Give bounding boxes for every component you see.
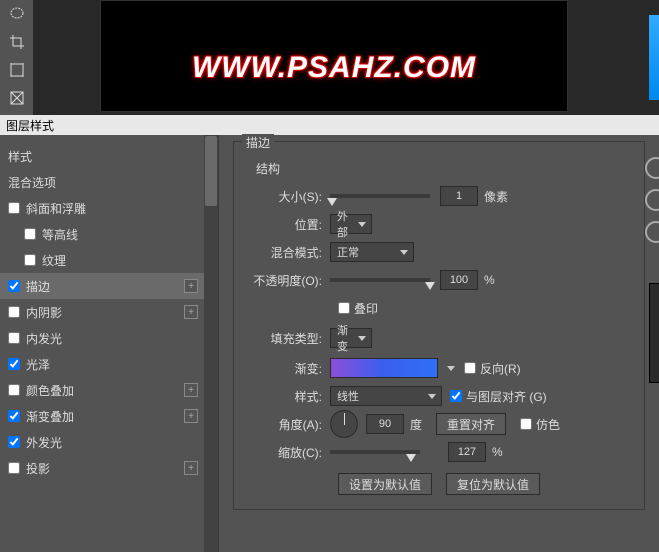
bevel-checkbox[interactable]	[8, 202, 20, 214]
effect-outer-glow[interactable]: 外发光	[0, 429, 218, 455]
filltype-select[interactable]: 渐变	[330, 328, 372, 348]
scale-unit: %	[492, 445, 503, 459]
stroke-settings-panel: 描边 结构 大小(S): 像素 位置: 外部 混合模式:	[219, 135, 659, 552]
inner-shadow-checkbox[interactable]	[8, 306, 20, 318]
reset-align-button[interactable]: 重置对齐	[436, 413, 506, 435]
left-toolbar	[0, 0, 33, 115]
opacity-unit: %	[484, 273, 495, 287]
stroke-checkbox[interactable]	[8, 280, 20, 292]
circle-button-3[interactable]	[645, 221, 659, 243]
fieldset-title: 描边	[242, 134, 274, 151]
scale-slider[interactable]	[330, 450, 420, 454]
stroke-fieldset: 描边 结构 大小(S): 像素 位置: 外部 混合模式:	[233, 141, 645, 510]
circle-button-2[interactable]	[645, 189, 659, 211]
effect-drop-shadow[interactable]: 投影+	[0, 455, 218, 481]
scale-input[interactable]	[448, 442, 486, 462]
add-icon[interactable]: +	[184, 461, 198, 475]
style-label: 样式:	[246, 388, 322, 405]
add-icon[interactable]: +	[184, 279, 198, 293]
blend-label: 混合模式:	[246, 244, 322, 261]
canvas[interactable]: WWW.PSAHZ.COM	[100, 0, 568, 112]
add-icon[interactable]: +	[184, 409, 198, 423]
set-default-button[interactable]: 设置为默认值	[338, 473, 432, 495]
crop-tool-icon[interactable]	[0, 28, 33, 56]
ruler-strip	[649, 15, 659, 100]
effect-inner-glow[interactable]: 内发光	[0, 325, 218, 351]
drop-shadow-checkbox[interactable]	[8, 462, 20, 474]
overprint-option[interactable]: 叠印	[338, 300, 378, 317]
inner-glow-checkbox[interactable]	[8, 332, 20, 344]
contour-checkbox[interactable]	[24, 228, 36, 240]
opacity-input[interactable]	[440, 270, 478, 290]
size-input[interactable]	[440, 186, 478, 206]
scale-label: 缩放(C):	[246, 444, 322, 461]
position-select[interactable]: 外部	[330, 214, 372, 234]
position-label: 位置:	[246, 216, 322, 233]
size-unit: 像素	[484, 188, 508, 205]
reverse-option[interactable]: 反向(R)	[464, 360, 521, 377]
structure-label: 结构	[256, 160, 632, 177]
gradient-label: 渐变:	[246, 360, 322, 377]
slice-tool-icon[interactable]	[0, 56, 33, 84]
angle-input[interactable]	[366, 414, 404, 434]
scrollbar[interactable]	[204, 135, 218, 552]
right-buttons	[645, 157, 659, 253]
add-icon[interactable]: +	[184, 383, 198, 397]
lasso-tool-icon[interactable]	[0, 0, 33, 28]
align-option[interactable]: 与图层对齐 (G)	[450, 388, 547, 405]
dialog-title: 图层样式	[0, 115, 659, 135]
preview-thumbnail	[649, 283, 659, 383]
effect-contour[interactable]: 等高线	[0, 221, 218, 247]
texture-checkbox[interactable]	[24, 254, 36, 266]
effect-texture[interactable]: 纹理	[0, 247, 218, 273]
effect-styles[interactable]: 样式	[0, 143, 218, 169]
effect-satin[interactable]: 光泽	[0, 351, 218, 377]
gradient-swatch[interactable]	[330, 358, 438, 378]
align-checkbox[interactable]	[450, 390, 462, 402]
overprint-checkbox[interactable]	[338, 302, 350, 314]
add-icon[interactable]: +	[184, 305, 198, 319]
color-overlay-checkbox[interactable]	[8, 384, 20, 396]
canvas-text: WWW.PSAHZ.COM	[192, 51, 476, 85]
outer-glow-checkbox[interactable]	[8, 436, 20, 448]
opacity-label: 不透明度(O):	[246, 272, 322, 289]
effect-inner-shadow[interactable]: 内阴影+	[0, 299, 218, 325]
effect-blend-options[interactable]: 混合选项	[0, 169, 218, 195]
dither-option[interactable]: 仿色	[520, 416, 560, 433]
size-slider[interactable]	[330, 194, 430, 198]
effects-list-panel: 样式 混合选项 斜面和浮雕 等高线 纹理 描边+ 内阴影+ 内发光 光泽 颜色叠…	[0, 135, 219, 552]
circle-button-1[interactable]	[645, 157, 659, 179]
effect-bevel[interactable]: 斜面和浮雕	[0, 195, 218, 221]
reset-default-button[interactable]: 复位为默认值	[446, 473, 540, 495]
effect-gradient-overlay[interactable]: 渐变叠加+	[0, 403, 218, 429]
angle-dial[interactable]	[330, 410, 358, 438]
reverse-checkbox[interactable]	[464, 362, 476, 374]
filltype-label: 填充类型:	[246, 330, 322, 347]
angle-label: 角度(A):	[246, 416, 322, 433]
satin-checkbox[interactable]	[8, 358, 20, 370]
scrollbar-thumb[interactable]	[205, 136, 217, 206]
effect-stroke[interactable]: 描边+	[0, 273, 218, 299]
blend-select[interactable]: 正常	[330, 242, 414, 262]
gradient-overlay-checkbox[interactable]	[8, 410, 20, 422]
size-label: 大小(S):	[246, 188, 322, 205]
style-select[interactable]: 线性	[330, 386, 442, 406]
canvas-area: WWW.PSAHZ.COM	[33, 0, 659, 115]
effect-color-overlay[interactable]: 颜色叠加+	[0, 377, 218, 403]
dither-checkbox[interactable]	[520, 418, 532, 430]
angle-unit: 度	[410, 416, 422, 433]
layer-style-dialog: 图层样式 样式 混合选项 斜面和浮雕 等高线 纹理 描边+ 内阴影+ 内发光 光…	[0, 115, 659, 552]
frame-tool-icon[interactable]	[0, 84, 33, 112]
opacity-slider[interactable]	[330, 278, 430, 282]
